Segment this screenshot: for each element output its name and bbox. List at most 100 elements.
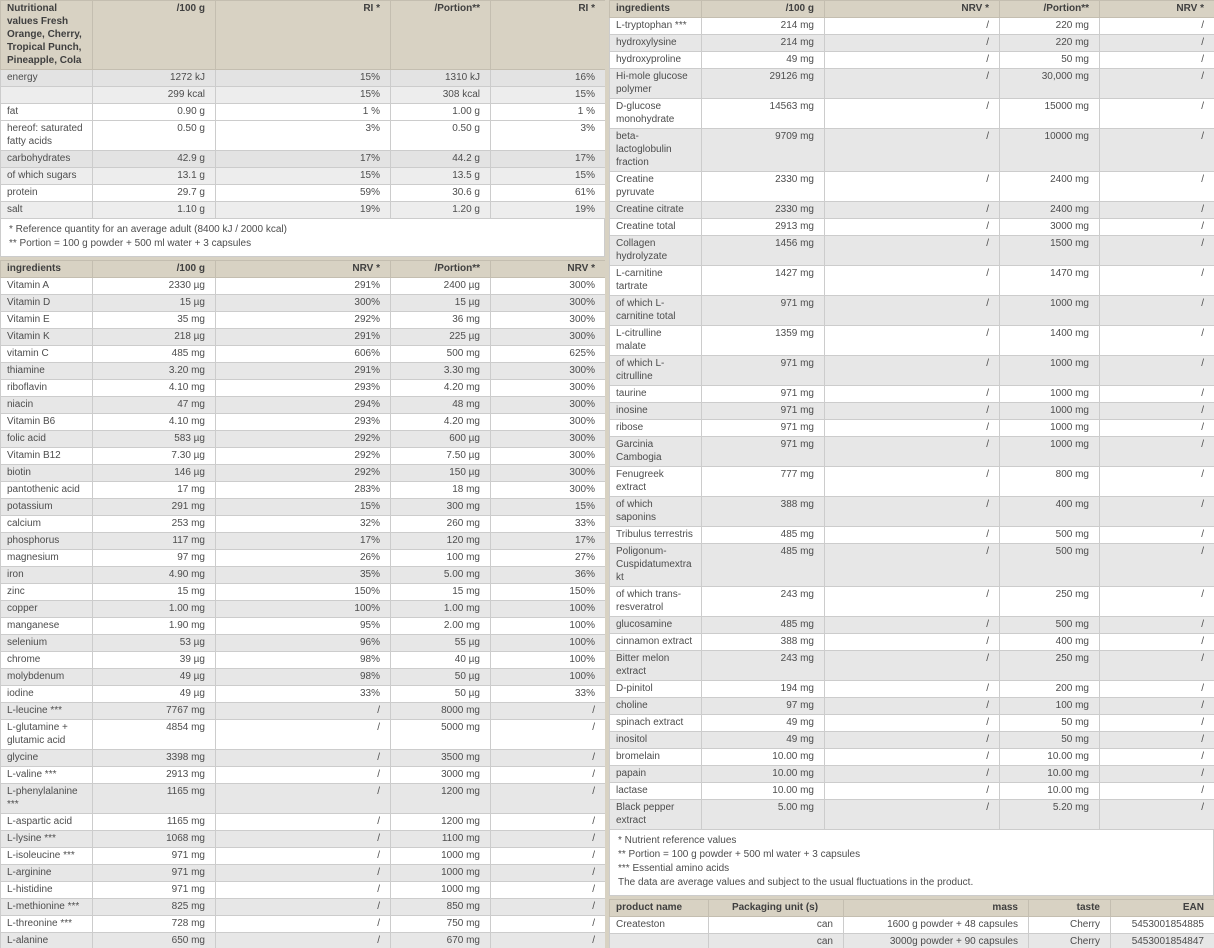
table-row: papain 10.00 mg / 10.00 mg / [610,766,1214,783]
value-per-portion: 50 mg [1000,52,1100,69]
table-row: hydroxylysine 214 mg / 220 mg / [610,35,1214,52]
value-per-100g: 971 mg [702,403,825,420]
value-nrv: 19% [216,202,391,219]
value-per-portion: 1000 mg [1000,437,1100,467]
value-per-100g: 971 mg [702,386,825,403]
row-label: copper [1,601,93,618]
value-nrv: 17% [216,533,391,550]
value-per-portion: 150 µg [391,465,491,482]
value-portion-nrv: / [1100,715,1214,732]
column-header-ingredients: ingredients [1,261,93,278]
value-per-portion: 500 mg [1000,617,1100,634]
value-nrv: 283% [216,482,391,499]
value-per-portion: 10.00 mg [1000,766,1100,783]
value-nrv: 1 % [216,104,391,121]
row-label: L-leucine *** [1,703,93,720]
value-portion-nrv: / [491,831,606,848]
row-label: L-tryptophan *** [610,18,702,35]
value-per-portion: 50 µg [391,686,491,703]
value-nrv: 291% [216,278,391,295]
value-nrv: / [216,916,391,933]
column-header-per-100g: /100 g [93,1,216,70]
value-portion-nrv: / [491,720,606,750]
value-portion-nrv: / [1100,800,1214,830]
value-per-portion: 1000 mg [391,848,491,865]
value-nrv: 300% [216,295,391,312]
value-portion-nrv: / [491,882,606,899]
table-row: choline 97 mg / 100 mg / [610,698,1214,715]
value-nrv: 35% [216,567,391,584]
value-per-portion: 8000 mg [391,703,491,720]
value-portion-nrv: 16% [491,70,606,87]
row-label: Hi-mole glucose polymer [610,69,702,99]
products-table: product name Packaging unit (s) mass tas… [609,899,1214,948]
value-nrv: 100% [216,601,391,618]
value-per-portion: 1400 mg [1000,326,1100,356]
value-per-100g: 214 mg [702,18,825,35]
value-per-portion: 308 kcal [391,87,491,104]
value-per-portion: 5.20 mg [1000,800,1100,830]
table-row: D-pinitol 194 mg / 200 mg / [610,681,1214,698]
row-label: phosphorus [1,533,93,550]
column-header-nrv-2: NRV * [1100,1,1214,18]
value-per-portion: 15 µg [391,295,491,312]
value-nrv: 59% [216,185,391,202]
column-header-ean: EAN [1111,900,1214,917]
value-portion-nrv: / [491,848,606,865]
value-nrv: 33% [216,686,391,703]
table-row: hydroxyproline 49 mg / 50 mg / [610,52,1214,69]
value-per-100g: 243 mg [702,651,825,681]
value-per-portion: 225 µg [391,329,491,346]
value-per-100g: 49 mg [702,732,825,749]
value-nrv: 15% [216,70,391,87]
value-per-100g: 97 mg [702,698,825,715]
value-per-100g: 485 mg [93,346,216,363]
value-per-portion: 15000 mg [1000,99,1100,129]
value-portion-nrv: / [1100,219,1214,236]
page: { "colors": { "page_background": "#d8d2c… [0,0,1214,948]
row-label: cinnamon extract [610,634,702,651]
table-row: copper 1.00 mg 100% 1.00 mg 100% [1,601,606,618]
value-nrv: / [825,356,1000,386]
table-row: chrome 39 µg 98% 40 µg 100% [1,652,606,669]
row-label: hereof: saturated fatty acids [1,121,93,151]
row-label: molybdenum [1,669,93,686]
value-per-100g: 1456 mg [702,236,825,266]
value-portion-nrv: 1 % [491,104,606,121]
value-per-100g: 7.30 µg [93,448,216,465]
value-per-portion: 18 mg [391,482,491,499]
value-portion-nrv: 300% [491,482,606,499]
mass-cell: 3000g powder + 90 capsules [844,934,1029,948]
value-per-100g: 7767 mg [93,703,216,720]
value-nrv: 606% [216,346,391,363]
table-row: of which trans-resveratrol 243 mg / 250 … [610,587,1214,617]
value-per-100g: 42.9 g [93,151,216,168]
value-per-portion: 1500 mg [1000,236,1100,266]
value-per-portion: 600 µg [391,431,491,448]
row-label: inosine [610,403,702,420]
value-portion-nrv: 625% [491,346,606,363]
value-per-100g: 299 kcal [93,87,216,104]
value-portion-nrv: / [1100,698,1214,715]
value-nrv: / [825,467,1000,497]
row-label: of which sugars [1,168,93,185]
value-nrv: / [825,386,1000,403]
value-portion-nrv: 27% [491,550,606,567]
value-per-portion: 7.50 µg [391,448,491,465]
value-per-100g: 2913 mg [93,767,216,784]
table-row: Vitamin A 2330 µg 291% 2400 µg 300% [1,278,606,295]
column-header-per-100g: /100 g [93,261,216,278]
nutrition-footnotes: * Reference quantity for an average adul… [0,219,605,257]
value-per-100g: 971 mg [702,437,825,467]
column-header-packaging: Packaging unit (s) [709,900,844,917]
value-per-100g: 971 mg [702,420,825,437]
row-label: Tribulus terrestris [610,527,702,544]
value-per-portion: 1200 mg [391,814,491,831]
row-label: Vitamin D [1,295,93,312]
table-row: L-aspartic acid 1165 mg / 1200 mg / [1,814,606,831]
row-label: biotin [1,465,93,482]
value-per-100g: 15 mg [93,584,216,601]
value-nrv: / [825,715,1000,732]
table-row: carbohydrates 42.9 g 17% 44.2 g 17% [1,151,606,168]
value-portion-nrv: / [1100,356,1214,386]
